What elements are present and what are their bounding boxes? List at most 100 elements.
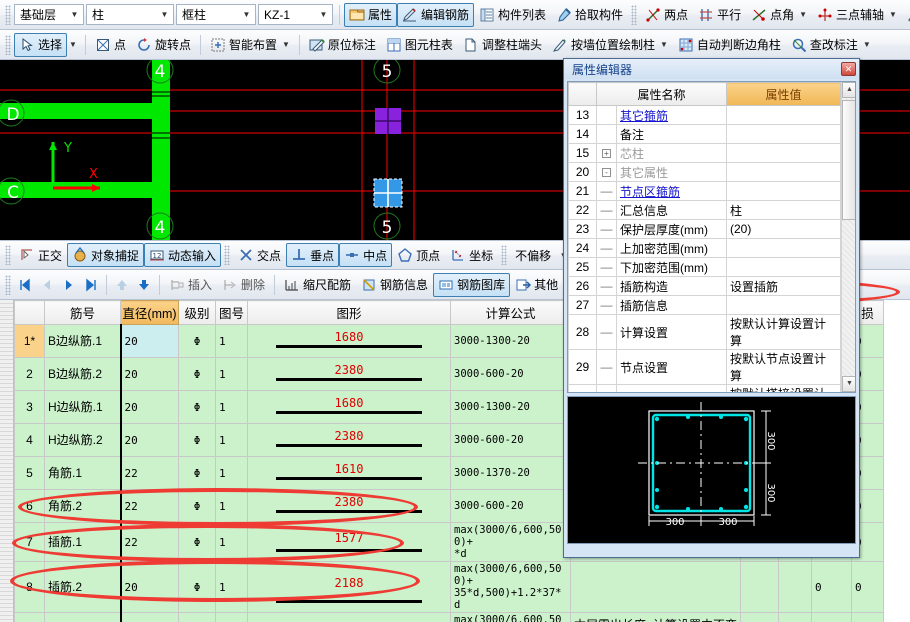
first-record-button[interactable] xyxy=(14,274,36,296)
cell-tu-no[interactable]: 1 xyxy=(215,561,248,613)
cell-tu-no[interactable]: 1 xyxy=(215,522,248,562)
cell-rebar-no[interactable]: 角筋.2 xyxy=(44,489,121,523)
property-row[interactable]: 20- 其它属性 xyxy=(568,162,842,182)
scroll-up-icon[interactable]: ▲ xyxy=(841,82,855,98)
property-value-cell[interactable] xyxy=(726,124,842,144)
property-name-cell[interactable]: 节点设置 xyxy=(615,349,728,385)
cell-lap[interactable]: 0 xyxy=(811,612,852,622)
parallel-axis-button[interactable]: 平行 xyxy=(693,3,746,27)
cell-formula[interactable]: 3000-600-20 xyxy=(450,357,571,391)
two-point-axis-button[interactable]: 两点 xyxy=(640,3,693,27)
check-edit-annotation-button[interactable]: 查改标注 ▼ xyxy=(786,33,876,57)
cell-grade[interactable]: Φ xyxy=(178,357,216,391)
cell-diameter[interactable]: 20 xyxy=(119,612,179,622)
cell-rebar-no[interactable]: 插筋.1 xyxy=(44,522,121,562)
point-angle-axis-button[interactable]: 点角 ▼ xyxy=(746,3,812,27)
cell-diameter[interactable]: 20 xyxy=(119,324,179,358)
row-header-cell[interactable]: 1* xyxy=(14,324,45,358)
cell-tu-no[interactable]: 1 xyxy=(215,489,248,523)
floor-select[interactable]: 基础层 ▼ xyxy=(14,4,84,25)
property-editor-dialog[interactable]: 属性编辑器 ✕ 属性名称 属性值 13 其它箍筋 14 备注 15 + 芯柱 20- 其它属性 2… xyxy=(563,58,860,558)
row-header-cell[interactable]: 9 xyxy=(14,612,45,622)
cell-tu-no[interactable]: 1 xyxy=(215,324,248,358)
property-name-cell[interactable]: 备注 xyxy=(615,124,728,144)
cell-rebar-no[interactable]: 角筋.1 xyxy=(44,456,121,490)
in-situ-annotation-button[interactable]: 原位标注 xyxy=(304,33,381,57)
ortho-toggle[interactable]: 正交 xyxy=(14,243,67,267)
last-record-button[interactable] xyxy=(80,274,102,296)
property-row[interactable]: 13 其它箍筋 xyxy=(568,105,842,125)
cell-description[interactable]: 本层露出长度+计算设置中不变截面柱纵筋的下锚固 xyxy=(570,612,741,622)
cell-lap[interactable]: 0 xyxy=(811,561,852,613)
row-header-cell[interactable]: 2 xyxy=(14,357,45,391)
property-value-cell[interactable] xyxy=(726,295,842,315)
property-value-cell[interactable] xyxy=(726,257,842,277)
toolbar-grip[interactable] xyxy=(5,274,11,295)
cell-length[interactable] xyxy=(740,561,779,613)
cell-diameter[interactable]: 22 xyxy=(119,456,179,490)
minus-icon[interactable]: - xyxy=(602,168,611,178)
property-value-cell[interactable] xyxy=(726,181,842,201)
object-snap-toggle[interactable]: 对象捕捉 xyxy=(67,243,145,267)
plus-icon[interactable]: + xyxy=(602,149,611,159)
chevron-down-icon[interactable]: ▼ xyxy=(799,10,807,19)
cell-grade[interactable]: Φ xyxy=(178,390,216,424)
table-row[interactable]: 8 插筋.2 20 Φ 1 2188 max(3000/6,600,500)+ 35*d,5… xyxy=(14,561,884,613)
intersection-snap-toggle[interactable]: 交点 xyxy=(233,243,286,267)
cell-shape[interactable]: 2380 xyxy=(247,423,451,457)
coordinate-snap-toggle[interactable]: 坐标 xyxy=(445,243,498,267)
component-list-button[interactable]: 构件列表 xyxy=(474,3,551,27)
cell-diameter[interactable]: 20 xyxy=(119,561,179,613)
point-button[interactable]: 点 xyxy=(90,33,131,57)
rebar-info-button[interactable]: 钢筋信息 xyxy=(356,273,433,297)
property-row[interactable]: 23— 保护层厚度(mm) (20) xyxy=(568,219,842,239)
component-subtype-select[interactable]: 框柱 ▼ xyxy=(176,4,256,25)
property-header-value[interactable]: 属性值 xyxy=(726,82,842,106)
cell-shape[interactable]: 2188 xyxy=(247,561,451,613)
element-column-table-button[interactable]: 图元柱表 xyxy=(381,33,458,57)
grid-corner-cell[interactable] xyxy=(14,300,45,325)
cell-grade[interactable]: Φ xyxy=(178,489,216,523)
cell-grade[interactable]: Φ xyxy=(178,522,216,562)
property-header-name[interactable]: 属性名称 xyxy=(595,82,728,106)
cell-rebar-no[interactable]: 插筋.2 xyxy=(44,561,121,613)
chevron-down-icon[interactable]: ▼ xyxy=(863,40,871,49)
cell-grade[interactable]: Φ xyxy=(178,324,216,358)
grid-header-tu-no[interactable]: 图号 xyxy=(215,300,248,325)
cell-diameter[interactable]: 20 xyxy=(119,423,179,457)
chevron-down-icon[interactable]: ▼ xyxy=(660,40,668,49)
property-value-cell[interactable] xyxy=(726,238,842,258)
cell-tu-no[interactable]: 1 xyxy=(215,456,248,490)
property-name-cell[interactable]: 芯柱 xyxy=(615,143,728,163)
property-row[interactable]: 14 备注 xyxy=(568,124,842,144)
cell-formula[interactable]: max(3000/6,600,500)+ *d xyxy=(450,522,571,562)
pick-component-button[interactable]: 拾取构件 xyxy=(551,3,628,27)
toolbar-grip[interactable] xyxy=(5,4,11,25)
property-name-cell[interactable]: 插筋构造 xyxy=(615,276,728,296)
property-value-cell[interactable] xyxy=(726,143,842,163)
property-value-cell[interactable]: 按默认计算设置计算 xyxy=(726,314,842,350)
cell-shape[interactable]: 1680 xyxy=(247,324,451,358)
row-header-cell[interactable]: 6 xyxy=(14,489,45,523)
cell-rebar-no[interactable]: B边纵筋.2 xyxy=(44,357,121,391)
row-header-cell[interactable]: 5 xyxy=(14,456,45,490)
cell-grade[interactable]: Φ xyxy=(178,423,216,457)
rotate-point-button[interactable]: 旋转点 xyxy=(131,33,196,57)
draw-column-by-wall-button[interactable]: 按墙位置绘制柱 ▼ xyxy=(547,33,673,57)
scrollbar-track[interactable] xyxy=(841,98,855,376)
grid-header-diameter[interactable]: 直径(mm) xyxy=(120,300,179,325)
delete-row-button[interactable]: 删除 xyxy=(217,273,270,297)
cell-length[interactable]: 1488 xyxy=(740,612,779,622)
cell-diameter[interactable]: 22 xyxy=(119,489,179,523)
table-row[interactable]: 9插筋.320Φ11488max(3000/6,600,500)+1 *d本层露… xyxy=(14,612,884,622)
cell-shape[interactable]: 2380 xyxy=(247,357,451,391)
cell-count[interactable] xyxy=(778,561,812,613)
property-name-cell[interactable]: 其它属性 xyxy=(615,162,728,182)
toolbar-grip[interactable] xyxy=(5,245,11,265)
cell-formula[interactable]: 3000-600-20 xyxy=(450,423,571,457)
cell-shape[interactable]: 2380 xyxy=(247,489,451,523)
insert-row-button[interactable]: 插入 xyxy=(164,273,217,297)
cell-tu-no[interactable]: 1 xyxy=(215,423,248,457)
property-row[interactable]: 30—搭接设置按默认搭接设置计算 xyxy=(568,384,842,392)
grid-header-rebar-no[interactable]: 筋号 xyxy=(44,300,121,325)
